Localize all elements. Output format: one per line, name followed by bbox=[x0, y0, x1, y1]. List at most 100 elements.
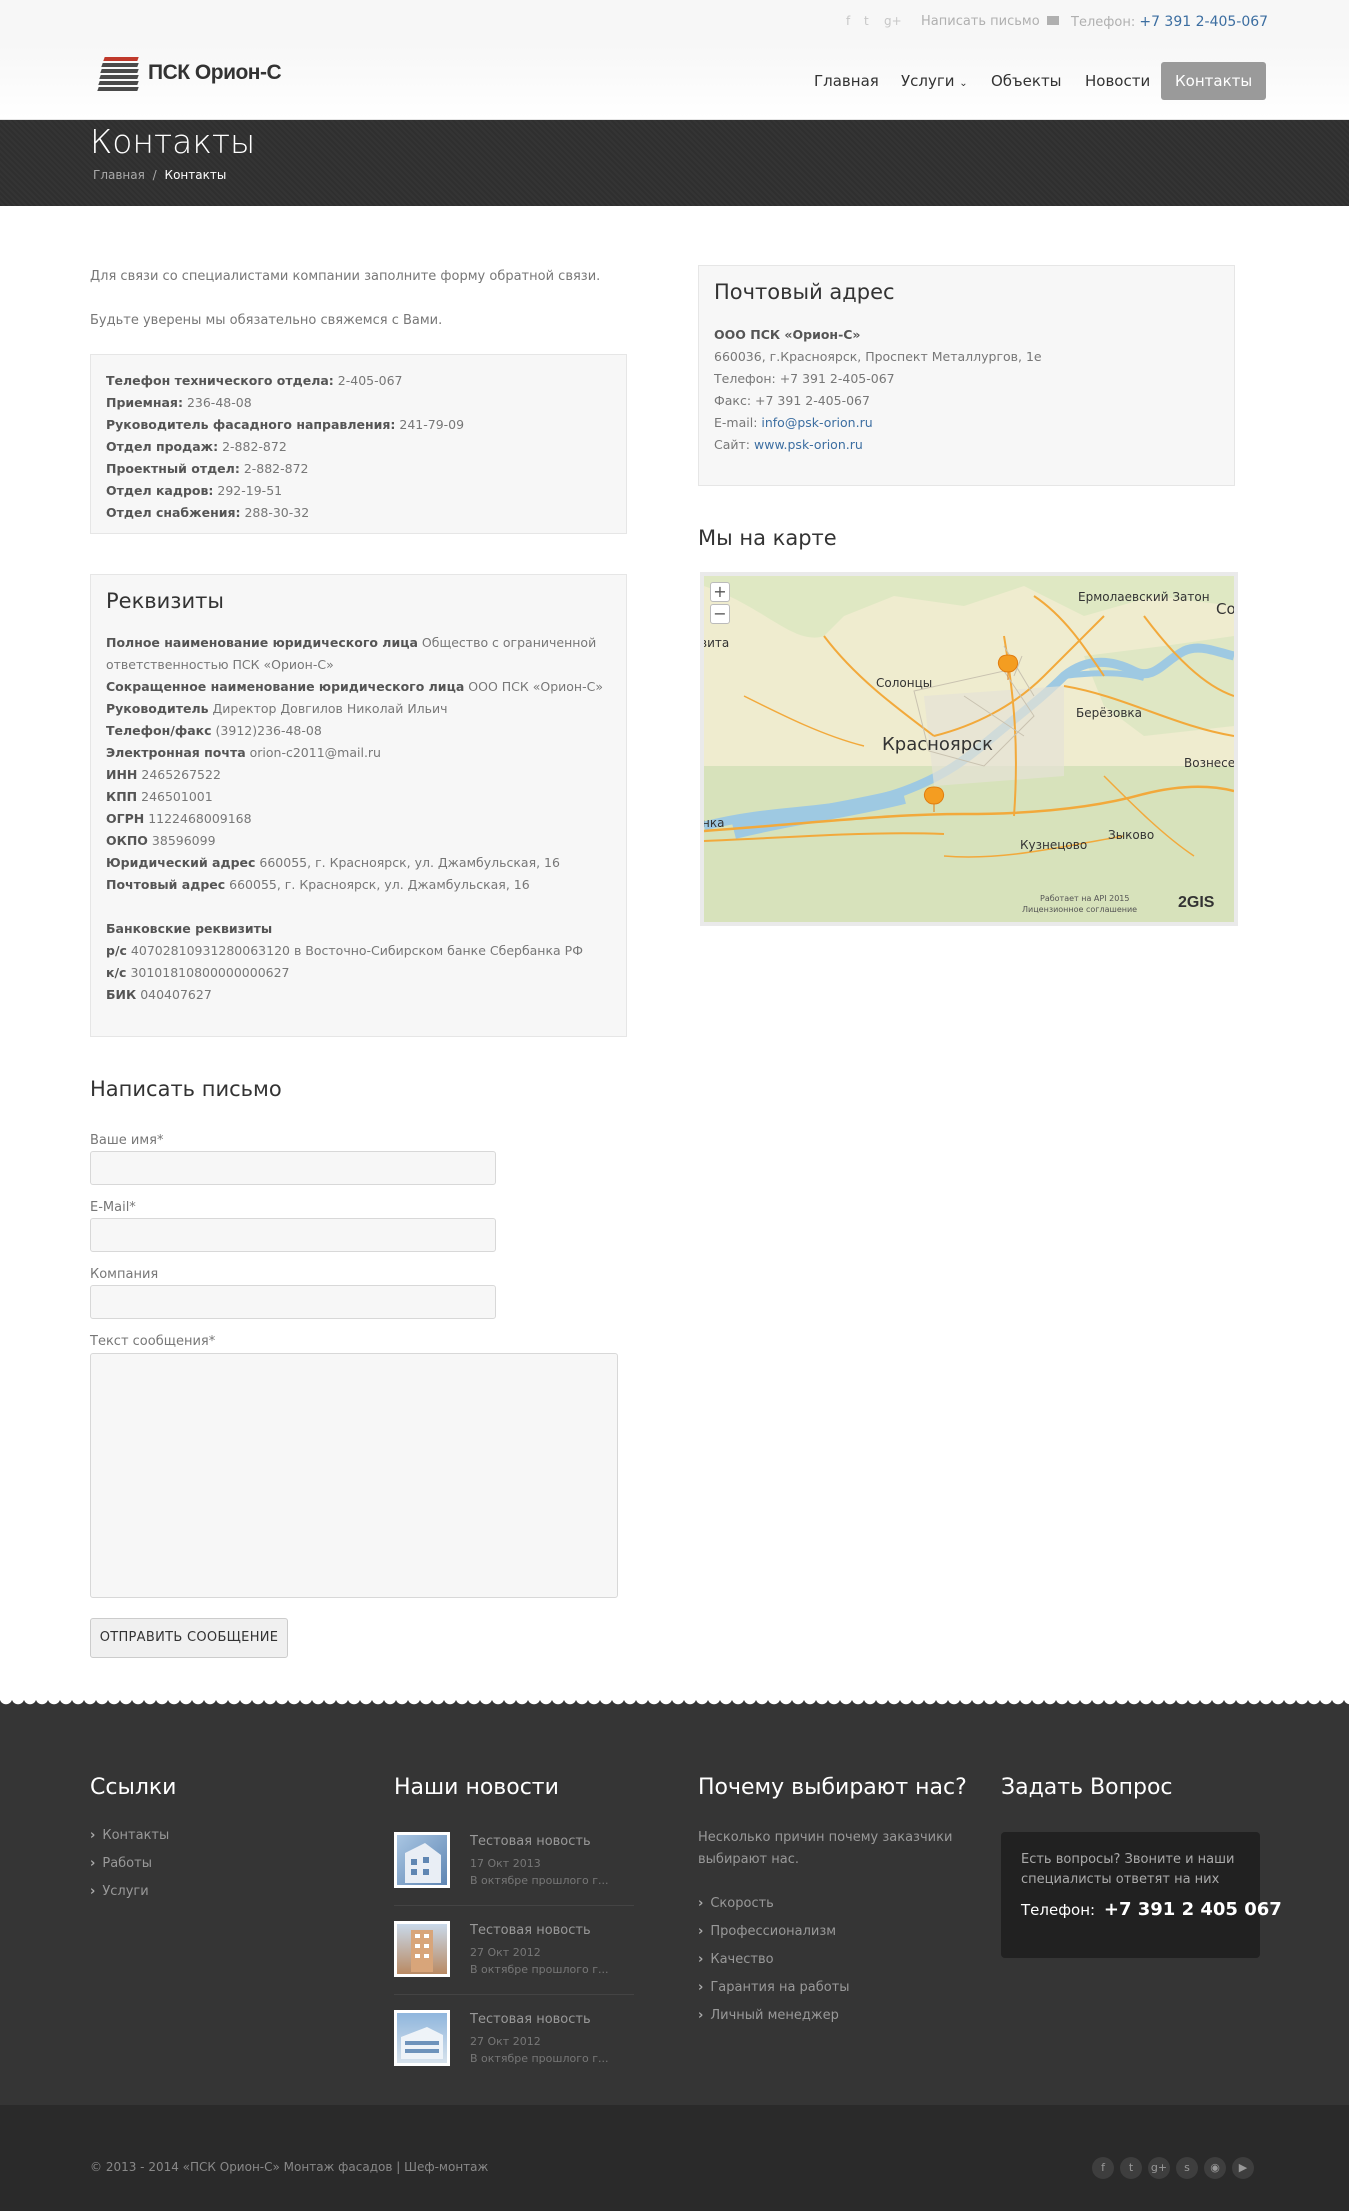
news-thumbnail[interactable] bbox=[394, 2010, 450, 2066]
nav-home-label: Главная bbox=[814, 72, 879, 90]
message-label: Текст сообщения* bbox=[90, 1334, 216, 1349]
nav-home[interactable]: Главная bbox=[800, 62, 893, 100]
requisite-value: 1122468009168 bbox=[148, 811, 252, 826]
envelope-icon bbox=[1046, 16, 1059, 25]
email-input[interactable] bbox=[90, 1218, 496, 1252]
news-thumbnail[interactable] bbox=[394, 1921, 450, 1977]
nav-objects[interactable]: Объекты bbox=[977, 62, 1076, 100]
postal-company: ООО ПСК «Орион-С» bbox=[714, 327, 861, 342]
building-icon bbox=[411, 1930, 433, 1972]
logo[interactable]: ПСК Орион-С bbox=[97, 53, 282, 93]
name-input[interactable] bbox=[90, 1151, 496, 1185]
twitter-icon[interactable]: t bbox=[1120, 2157, 1142, 2179]
footer-link-contacts[interactable]: Контакты bbox=[90, 1828, 169, 1843]
google-plus-icon[interactable]: g+ bbox=[1148, 2157, 1170, 2179]
requisite-row: ОГРН 1122468009168 bbox=[106, 808, 603, 830]
copyright: © 2013 - 2014 «ПСК Орион-С» Монтаж фасад… bbox=[90, 2160, 489, 2174]
news-title-link[interactable]: Тестовая новость bbox=[470, 1834, 591, 1849]
youtube-icon[interactable]: ▶ bbox=[1232, 2157, 1254, 2179]
requisite-row: Почтовый адрес 660055, г. Красноярск, ул… bbox=[106, 874, 603, 896]
why-item[interactable]: Гарантия на работы bbox=[698, 1980, 849, 1995]
news-title-link[interactable]: Тестовая новость bbox=[470, 1923, 591, 1938]
nav-objects-label: Объекты bbox=[991, 72, 1062, 90]
intro-line-2: Будьте уверены мы обязательно свяжемся с… bbox=[90, 313, 443, 328]
requisite-value: 38596099 bbox=[151, 833, 216, 848]
bank-label: БИК bbox=[106, 987, 137, 1002]
form-title: Написать письмо bbox=[90, 1077, 282, 1101]
map-label-solontsy: Солонцы bbox=[876, 676, 933, 690]
map-provider-logo[interactable]: 2GIS bbox=[1178, 894, 1214, 912]
phone-row-value: 2-882-872 bbox=[222, 439, 287, 454]
facebook-icon[interactable]: f bbox=[1092, 2157, 1114, 2179]
footer-why-text-1: Несколько причин почему заказчики bbox=[698, 1830, 953, 1845]
requisites-list: Полное наименование юридического лица Об… bbox=[106, 632, 603, 1006]
postal-email-link[interactable]: info@psk-orion.ru bbox=[761, 415, 872, 430]
phones-list: Телефон технического отдела: 2-405-067 П… bbox=[106, 370, 464, 524]
map-license-link[interactable]: Лицензионное соглашение bbox=[1022, 905, 1137, 914]
map[interactable]: + − Ермолаевский Затон Со вита Солонцы К… bbox=[700, 572, 1238, 926]
top-phone-label: Телефон: bbox=[1071, 15, 1136, 30]
email-label: E-Mail* bbox=[90, 1200, 136, 1215]
requisite-label: Полное наименование юридического лица bbox=[106, 635, 418, 650]
write-letter-link[interactable]: Написать письмо bbox=[921, 14, 1059, 29]
ask-phone-value[interactable]: +7 391 2 405 067 bbox=[1104, 1899, 1282, 1920]
facebook-icon[interactable]: f bbox=[846, 14, 850, 28]
requisite-value: (3912)236-48-08 bbox=[215, 723, 322, 738]
news-divider bbox=[394, 1994, 634, 1995]
postal-site-row: Сайт: www.psk-orion.ru bbox=[714, 434, 1042, 456]
requisite-value: 660055, г. Красноярск, ул. Джамбульская,… bbox=[259, 855, 560, 870]
zoom-out-button[interactable]: − bbox=[710, 604, 730, 624]
why-item[interactable]: Профессионализм bbox=[698, 1924, 836, 1939]
why-item[interactable]: Скорость bbox=[698, 1896, 773, 1911]
twitter-icon[interactable]: t bbox=[864, 14, 869, 28]
nav-services[interactable]: Услуги ⌄ bbox=[887, 62, 982, 100]
zoom-in-button[interactable]: + bbox=[710, 582, 730, 602]
breadcrumb-home[interactable]: Главная bbox=[93, 168, 145, 182]
submit-button[interactable]: ОТПРАВИТЬ СООБЩЕНИЕ bbox=[90, 1618, 288, 1658]
company-input[interactable] bbox=[90, 1285, 496, 1319]
requisite-label: Почтовый адрес bbox=[106, 877, 226, 892]
map-title: Мы на карте bbox=[698, 526, 837, 550]
top-phone: Телефон: +7 391 2-405-067 bbox=[1071, 14, 1268, 30]
map-label-zaton: Ермолаевский Затон bbox=[1078, 590, 1210, 604]
footer-link-works[interactable]: Работы bbox=[90, 1856, 152, 1871]
bank-value: 040407627 bbox=[140, 987, 212, 1002]
message-textarea[interactable] bbox=[90, 1353, 618, 1598]
why-item[interactable]: Личный менеджер bbox=[698, 2008, 839, 2023]
requisite-value-cont: ответственностью ПСК «Орион-С» bbox=[106, 657, 334, 672]
bank-value: 40702810931280063120 в Восточно-Сибирско… bbox=[130, 943, 583, 958]
name-label: Ваше имя* bbox=[90, 1133, 164, 1148]
news-excerpt: В октябре прошлого г... bbox=[470, 1963, 609, 1976]
google-plus-icon[interactable]: g+ bbox=[884, 14, 902, 28]
news-title-link[interactable]: Тестовая новость bbox=[470, 2012, 591, 2027]
requisite-row: ИНН 2465267522 bbox=[106, 764, 603, 786]
requisite-label: Телефон/факс bbox=[106, 723, 212, 738]
building-icon bbox=[405, 1843, 441, 1883]
why-item[interactable]: Качество bbox=[698, 1952, 773, 1967]
postal-site-link[interactable]: www.psk-orion.ru bbox=[754, 437, 863, 452]
nav-contacts[interactable]: Контакты bbox=[1161, 62, 1267, 100]
requisite-row: Руководитель Директор Довгилов Николай И… bbox=[106, 698, 603, 720]
rss-icon[interactable]: ◉ bbox=[1204, 2157, 1226, 2179]
bank-title: Банковские реквизиты bbox=[106, 918, 603, 940]
phone-row-label: Отдел продаж: bbox=[106, 439, 219, 454]
requisite-row: Полное наименование юридического лица Об… bbox=[106, 632, 603, 654]
page-title: Контакты bbox=[90, 122, 256, 161]
nav-news[interactable]: Новости bbox=[1071, 62, 1164, 100]
company-label: Компания bbox=[90, 1267, 159, 1282]
news-excerpt: В октябре прошлого г... bbox=[470, 2052, 609, 2065]
news-excerpt: В октябре прошлого г... bbox=[470, 1874, 609, 1887]
requisite-label: ИНН bbox=[106, 767, 138, 782]
requisite-row: Телефон/факс (3912)236-48-08 bbox=[106, 720, 603, 742]
postal-address: 660036, г.Красноярск, Проспект Металлург… bbox=[714, 349, 1042, 364]
footer-link-services[interactable]: Услуги bbox=[90, 1884, 148, 1899]
news-date: 27 Окт 2012 bbox=[470, 2035, 541, 2048]
skype-icon[interactable]: s bbox=[1176, 2157, 1198, 2179]
requisite-value: 246501001 bbox=[141, 789, 213, 804]
top-phone-value[interactable]: +7 391 2-405-067 bbox=[1139, 14, 1268, 30]
news-thumbnail[interactable] bbox=[394, 1832, 450, 1888]
requisite-label: Руководитель bbox=[106, 701, 209, 716]
phone-row-value: 236-48-08 bbox=[186, 395, 252, 410]
map-label-kuznetsovo: Кузнецово bbox=[1020, 838, 1088, 852]
ask-phone-label: Телефон: bbox=[1021, 1901, 1096, 1919]
